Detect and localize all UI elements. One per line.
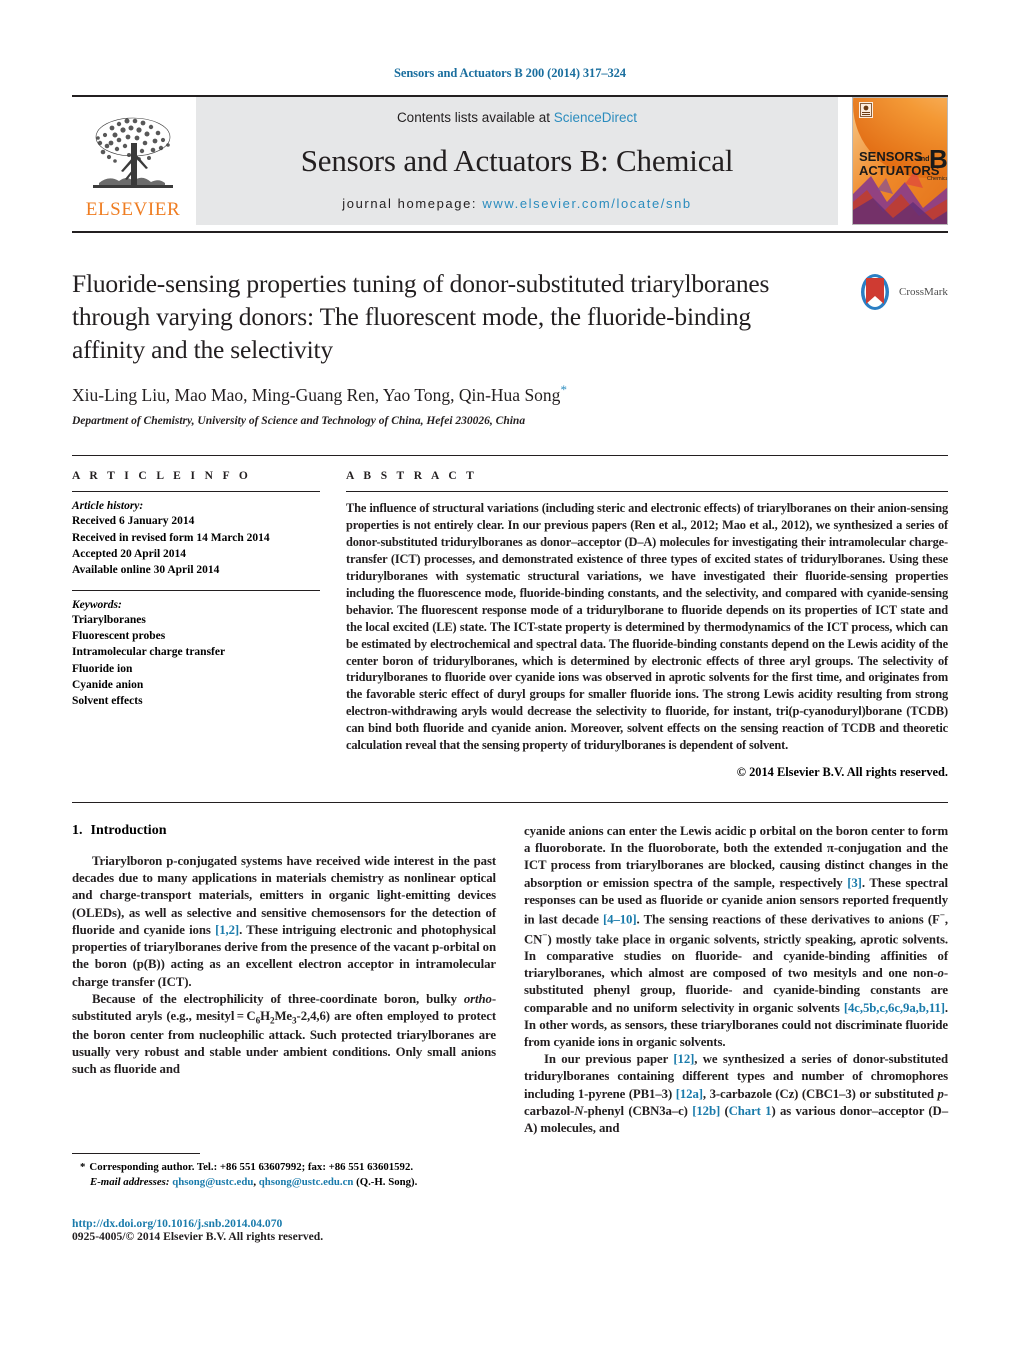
svg-text:Chemical: Chemical	[927, 176, 948, 182]
publication-footer: http://dx.doi.org/10.1016/j.snb.2014.04.…	[72, 1217, 512, 1243]
introduction-number: 1.	[72, 823, 83, 839]
chart-ref[interactable]: Chart 1	[729, 1104, 772, 1118]
abstract-heading: A B S T R A C T	[346, 470, 478, 483]
affiliation: Department of Chemistry, University of S…	[72, 415, 526, 428]
abstract-column: A B S T R A C T The influence of structu…	[346, 470, 948, 780]
citation-ref[interactable]: [4c,5b,c,6c,9a,b,11]	[844, 1001, 945, 1015]
email-suffix: (Q.-H. Song).	[356, 1175, 418, 1188]
body-columns: 1. Introduction Triarylboron p-conjugated…	[72, 823, 948, 1137]
corresponding-author-text: Corresponding author. Tel.: +86 551 6360…	[89, 1161, 414, 1173]
keywords-block: Keywords: Triarylboranes Fluorescent pro…	[72, 589, 320, 710]
elsevier-logo[interactable]: ELSEVIER	[72, 97, 194, 225]
citation-ref[interactable]: [4–10]	[603, 912, 637, 926]
running-head: Sensors and Actuators B 200 (2014) 317–3…	[394, 66, 626, 80]
abstract-copyright: © 2014 Elsevier B.V. All rights reserved…	[736, 765, 948, 780]
keyword-item: Cyanide anion	[72, 678, 144, 691]
paragraph-intro-1: Triarylboron p-conjugated systems have r…	[72, 854, 496, 989]
introduction-label: Introduction	[90, 823, 167, 839]
journal-cover-thumbnail[interactable]: SENSORS and ACTUATORS B Chemical	[852, 97, 948, 225]
journal-masthead: ELSEVIER Contents lists available at Sci…	[72, 97, 948, 225]
paragraph-intro-2: Because of the electrophilicity of three…	[72, 991, 496, 1077]
citation-ref[interactable]: [1,2]	[215, 923, 239, 937]
title-block: Fluoride-sensing properties tuning of do…	[72, 267, 948, 427]
info-abstract-section: A R T I C L E I N F O Article history: R…	[72, 455, 948, 780]
abstract-rule	[346, 491, 948, 493]
footnote-star: *	[80, 1161, 86, 1173]
keyword-item: Solvent effects	[72, 695, 143, 708]
corresponding-author-marker: *	[560, 382, 567, 398]
doi-link[interactable]: http://dx.doi.org/10.1016/j.snb.2014.04.…	[72, 1217, 512, 1230]
paragraph-intro-4: In our previous paper [12], we synthesiz…	[524, 1052, 948, 1136]
svg-text:SENSORS: SENSORS	[859, 149, 923, 164]
journal-article-page: Sensors and Actuators B 200 (2014) 317–3…	[0, 0, 1020, 1351]
keyword-item: Fluoride ion	[72, 662, 133, 675]
body-column-left: 1. Introduction Triarylboron p-conjugated…	[72, 823, 496, 1137]
email-link-2[interactable]: qhsong@ustc.edu.cn	[259, 1176, 354, 1188]
history-revised: Received in revised form 14 March 2014	[72, 531, 270, 544]
body-column-right: cyanide anions can enter the Lewis acidi…	[524, 823, 948, 1137]
journal-cover-artwork: SENSORS and ACTUATORS B Chemical	[853, 98, 948, 224]
abstract-text: The influence of structural variations (…	[346, 501, 948, 753]
article-info-heading: A R T I C L E I N F O	[72, 470, 252, 483]
paragraph-intro-3: cyanide anions can enter the Lewis acidi…	[524, 824, 948, 1050]
history-received: Received 6 January 2014	[72, 515, 195, 528]
email-link-1[interactable]: qhsong@ustc.edu	[172, 1176, 253, 1188]
crossmark-badge[interactable]: CrossMark	[856, 269, 948, 315]
email-label: E-mail addresses:	[90, 1175, 170, 1188]
crossmark-label: CrossMark	[899, 286, 948, 298]
footnote-rule	[72, 1153, 200, 1154]
citation-ref[interactable]: [12]	[673, 1052, 694, 1066]
journal-homepage-line: journal homepage: www.elsevier.com/locat…	[342, 196, 692, 211]
introduction-heading: 1. Introduction	[72, 823, 496, 839]
masthead-center: Contents lists available at ScienceDirec…	[196, 97, 838, 225]
keywords-rule	[72, 589, 320, 591]
keyword-item: Intramolecular charge transfer	[72, 646, 226, 659]
corresponding-author-note: * Corresponding author. Tel.: +86 551 636…	[80, 1161, 418, 1188]
article-title: Fluoride-sensing properties tuning of do…	[72, 269, 770, 365]
keywords-label: Keywords:	[72, 598, 122, 611]
article-history-label: Article history:	[72, 500, 144, 513]
article-info-column: A R T I C L E I N F O Article history: R…	[72, 470, 320, 780]
homepage-prefix: journal homepage:	[342, 196, 483, 211]
issn-copyright-line: 0925-4005/© 2014 Elsevier B.V. All right…	[72, 1230, 324, 1243]
contents-prefix: Contents lists available at	[396, 110, 554, 125]
footnote-block: * Corresponding author. Tel.: +86 551 636…	[72, 1153, 496, 1190]
citation-ref[interactable]: [12a]	[676, 1087, 703, 1101]
masthead-bottom-rule	[72, 231, 948, 233]
svg-text:and: and	[917, 156, 929, 163]
crossmark-icon	[861, 274, 889, 310]
citation-ref[interactable]: [12b]	[692, 1104, 720, 1118]
svg-text:B: B	[929, 144, 948, 174]
author-list: Xiu-Ling Liu, Mao Mao, Ming-Guang Ren, Y…	[72, 382, 948, 406]
keyword-item: Fluorescent probes	[72, 629, 166, 642]
elsevier-wordmark: ELSEVIER	[85, 199, 181, 220]
history-online: Available online 30 April 2014	[72, 564, 220, 577]
journal-title: Sensors and Actuators B: Chemical	[300, 142, 734, 178]
keyword-item: Triarylboranes	[72, 613, 146, 626]
sciencedirect-link[interactable]: ScienceDirect	[554, 110, 637, 125]
contents-available-line: Contents lists available at ScienceDirec…	[397, 110, 637, 125]
journal-homepage-link[interactable]: www.elsevier.com/locate/snb	[482, 196, 691, 211]
history-accepted: Accepted 20 April 2014	[72, 547, 187, 560]
body-separator-rule	[72, 802, 948, 804]
elsevier-tree-icon	[93, 117, 173, 188]
citation-ref[interactable]: [3]	[847, 876, 862, 890]
author-names: Xiu-Ling Liu, Mao Mao, Ming-Guang Ren, Y…	[72, 385, 561, 406]
article-info-rule	[72, 491, 320, 493]
